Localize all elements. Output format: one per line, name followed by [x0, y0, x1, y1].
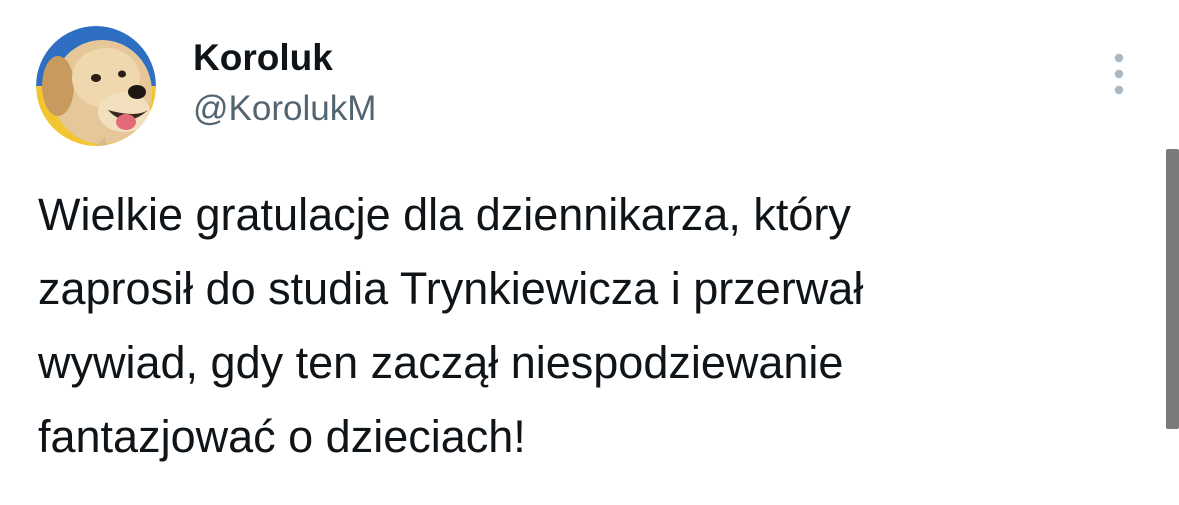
- scrollbar-thumb[interactable]: [1166, 149, 1179, 429]
- tweet-text: Wielkie gratulacje dla dziennikarza, któ…: [38, 178, 1138, 474]
- avatar[interactable]: [36, 26, 156, 146]
- tweet-text-line: fantazjować o dzieciach!: [38, 411, 526, 462]
- tweet-text-line: zaprosił do studia Trynkiewicza i przerw…: [38, 263, 864, 314]
- more-vertical-icon: [1114, 53, 1124, 95]
- dog-avatar-icon: [36, 26, 156, 146]
- author-handle[interactable]: @KorolukM: [193, 88, 376, 130]
- author-display-name[interactable]: Koroluk: [193, 36, 333, 80]
- tweet-text-line: Wielkie gratulacje dla dziennikarza, któ…: [38, 189, 851, 240]
- tweet-text-line: wywiad, gdy ten zaczął niespodziewanie: [38, 337, 844, 388]
- more-options-button[interactable]: [1102, 48, 1136, 100]
- tweet-card: Koroluk @KorolukM Wielkie gratulacje dla…: [0, 0, 1179, 505]
